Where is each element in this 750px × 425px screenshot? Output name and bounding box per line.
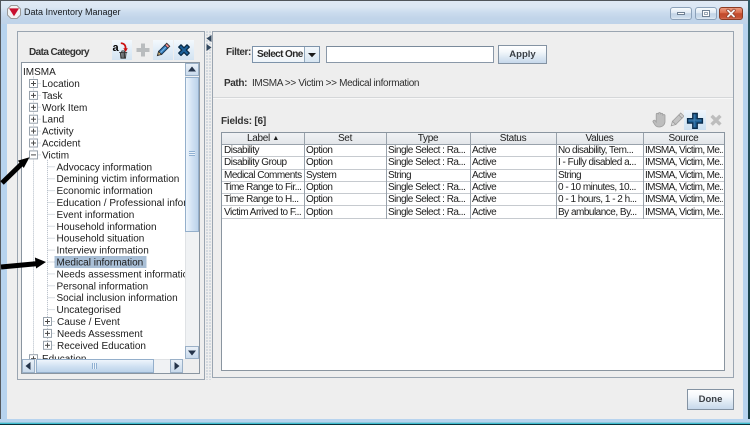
- svg-text:Received Education: Received Education: [57, 341, 146, 352]
- svg-text:Uncategorised: Uncategorised: [57, 305, 121, 316]
- svg-text:Needs Assessment: Needs Assessment: [57, 329, 143, 340]
- svg-text:Household information: Household information: [57, 222, 157, 233]
- svg-text:Social inclusion information: Social inclusion information: [57, 293, 178, 304]
- svg-text:Education / Professional infor: Education / Professional information: [57, 198, 186, 209]
- svg-text:Location: Location: [42, 79, 80, 90]
- svg-text:Work Item: Work Item: [42, 103, 87, 114]
- svg-text:a: a: [113, 42, 120, 54]
- svg-text:Task: Task: [42, 91, 64, 102]
- svg-text:Victim: Victim: [42, 150, 69, 161]
- svg-text:Accident: Accident: [42, 139, 81, 150]
- svg-text:Demining victim information: Demining victim information: [57, 174, 180, 185]
- svg-text:Land: Land: [42, 115, 64, 126]
- svg-text:Interview information: Interview information: [57, 246, 149, 257]
- svg-text:Economic information: Economic information: [57, 186, 153, 197]
- svg-text:Needs assessment information: Needs assessment information: [57, 269, 186, 280]
- svg-text:Personal information: Personal information: [57, 281, 149, 292]
- svg-text:Cause / Event: Cause / Event: [57, 317, 120, 328]
- svg-text:Medical information: Medical information: [57, 258, 144, 269]
- svg-text:Event information: Event information: [57, 210, 135, 221]
- svg-text:Activity: Activity: [42, 127, 74, 138]
- svg-text:Household situation: Household situation: [57, 234, 145, 245]
- svg-text:Advocacy information: Advocacy information: [57, 162, 153, 173]
- svg-text:IMSMA: IMSMA: [23, 67, 56, 78]
